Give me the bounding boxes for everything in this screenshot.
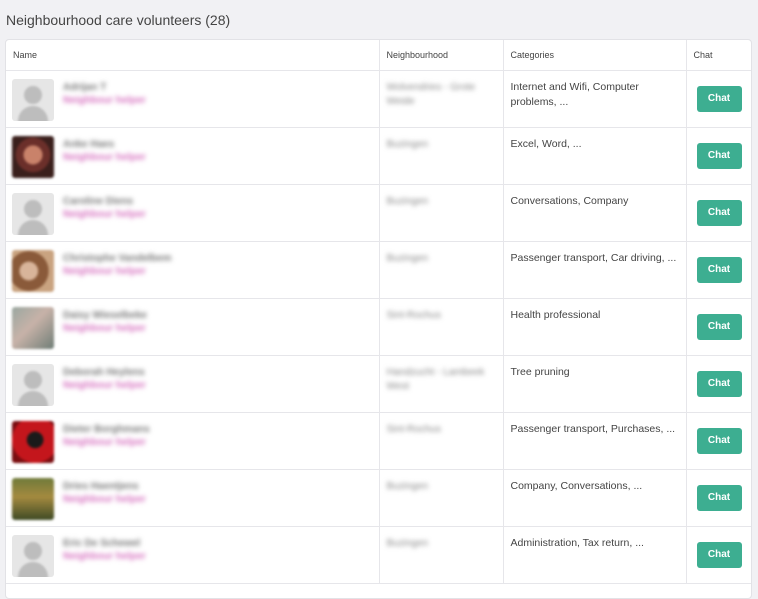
name-cell: Anke Haes Neighbour helper xyxy=(6,127,380,185)
volunteer-person[interactable]: Anke Haes Neighbour helper xyxy=(12,135,379,178)
volunteer-person[interactable]: Daisy Wieselbeke Neighbour helper xyxy=(12,306,379,349)
volunteer-role: Neighbour helper xyxy=(63,265,146,277)
chat-button[interactable]: Chat xyxy=(696,541,742,568)
user-silhouette-icon xyxy=(12,78,54,121)
chat-cell: Chat xyxy=(686,355,751,413)
name-cell: Caroline Diens Neighbour helper xyxy=(6,184,380,242)
chat-cell: Chat xyxy=(686,412,751,470)
chat-button[interactable]: Chat xyxy=(696,370,742,397)
volunteer-role: Neighbour helper xyxy=(63,550,146,562)
volunteer-name: Dieter Borghmans xyxy=(63,423,150,435)
table-row[interactable]: Dieter Borghmans Neighbour helper Sint-R… xyxy=(6,412,751,470)
volunteer-person[interactable]: Adrijan T Neighbour helper xyxy=(12,78,379,121)
name-cell: Dieter Borghmans Neighbour helper xyxy=(6,412,380,470)
volunteer-role: Neighbour helper xyxy=(63,493,146,505)
table-header-row: Name Neighbourhood Categories Chat xyxy=(6,40,751,71)
volunteer-name: Anke Haes xyxy=(63,138,115,150)
table-row[interactable]: Daisy Wieselbeke Neighbour helper Sint-R… xyxy=(6,298,751,356)
volunteer-role: Neighbour helper xyxy=(63,94,146,106)
chat-cell: Chat xyxy=(686,526,751,584)
volunteer-role: Neighbour helper xyxy=(63,436,146,448)
avatar xyxy=(12,135,54,178)
categories-cell: Passenger transport, Purchases, ... xyxy=(503,412,687,470)
categories-cell: Tree pruning xyxy=(503,355,687,413)
name-cell: Deborah Heylens Neighbour helper xyxy=(6,355,380,413)
neighbourhood-cell: Buzingen xyxy=(379,241,504,299)
page-title: Neighbourhood care volunteers (28) xyxy=(6,12,231,28)
volunteer-person[interactable]: Dries Haentjens Neighbour helper xyxy=(12,477,379,520)
chat-button[interactable]: Chat xyxy=(696,427,742,454)
volunteer-role: Neighbour helper xyxy=(63,208,146,220)
table-row[interactable]: Deborah Heylens Neighbour helper Handzuc… xyxy=(6,355,751,413)
chat-cell: Chat xyxy=(686,70,751,128)
volunteers-table-card: Name Neighbourhood Categories Chat Adrij… xyxy=(5,39,752,599)
volunteer-name: Caroline Diens xyxy=(63,195,134,207)
volunteer-name: Christophe Vandelbem xyxy=(63,252,172,264)
user-silhouette-icon xyxy=(12,363,54,406)
avatar xyxy=(12,477,54,520)
avatar xyxy=(12,249,54,292)
chat-button[interactable]: Chat xyxy=(696,256,742,283)
neighbourhood-cell: Sint-Rochus xyxy=(379,298,504,356)
volunteer-person[interactable]: Deborah Heylens Neighbour helper xyxy=(12,363,379,406)
user-silhouette-icon xyxy=(12,534,54,577)
column-header-categories[interactable]: Categories xyxy=(503,40,687,71)
chat-button[interactable]: Chat xyxy=(696,142,742,169)
name-cell: Eric De Schewel Neighbour helper xyxy=(6,526,380,584)
chat-cell: Chat xyxy=(686,241,751,299)
chat-cell: Chat xyxy=(686,127,751,185)
name-cell: Adrijan T Neighbour helper xyxy=(6,70,380,128)
table-row[interactable]: Dries Haentjens Neighbour helper Buzinge… xyxy=(6,469,751,527)
name-cell: Christophe Vandelbem Neighbour helper xyxy=(6,241,380,299)
neighbourhood-cell: Wolvendries - Grote Weide xyxy=(379,70,504,128)
categories-cell: Health professional xyxy=(503,298,687,356)
column-header-neighbourhood[interactable]: Neighbourhood xyxy=(379,40,504,71)
table-row[interactable]: Eric De Schewel Neighbour helper Buzinge… xyxy=(6,526,751,584)
categories-cell: Internet and Wifi, Computer problems, ..… xyxy=(503,70,687,128)
volunteer-role: Neighbour helper xyxy=(63,322,146,334)
volunteer-person[interactable]: Christophe Vandelbem Neighbour helper xyxy=(12,249,379,292)
table-row[interactable]: Christophe Vandelbem Neighbour helper Bu… xyxy=(6,241,751,299)
volunteer-person[interactable]: Dieter Borghmans Neighbour helper xyxy=(12,420,379,463)
volunteer-role: Neighbour helper xyxy=(63,151,146,163)
name-cell: Dries Haentjens Neighbour helper xyxy=(6,469,380,527)
categories-cell: Administration, Tax return, ... xyxy=(503,526,687,584)
neighbourhood-cell: Buzingen xyxy=(379,469,504,527)
volunteer-name: Adrijan T xyxy=(63,81,107,93)
chat-cell: Chat xyxy=(686,184,751,242)
volunteer-name: Daisy Wieselbeke xyxy=(63,309,147,321)
chat-button[interactable]: Chat xyxy=(696,484,742,511)
categories-cell: Company, Conversations, ... xyxy=(503,469,687,527)
volunteer-name: Eric De Schewel xyxy=(63,537,141,549)
volunteers-table: Name Neighbourhood Categories Chat Adrij… xyxy=(6,40,751,584)
name-cell: Daisy Wieselbeke Neighbour helper xyxy=(6,298,380,356)
avatar xyxy=(12,420,54,463)
volunteer-person[interactable]: Caroline Diens Neighbour helper xyxy=(12,192,379,235)
avatar xyxy=(12,306,54,349)
chat-cell: Chat xyxy=(686,298,751,356)
column-header-chat: Chat xyxy=(686,40,751,71)
neighbourhood-cell: Sint-Rochus xyxy=(379,412,504,470)
volunteer-name: Dries Haentjens xyxy=(63,480,139,492)
column-header-name[interactable]: Name xyxy=(6,40,380,71)
user-silhouette-icon xyxy=(12,192,54,235)
chat-button[interactable]: Chat xyxy=(696,199,742,226)
volunteer-name: Deborah Heylens xyxy=(63,366,145,378)
neighbourhood-cell: Handzucht - Lambeek West xyxy=(379,355,504,413)
chat-cell: Chat xyxy=(686,469,751,527)
chat-button[interactable]: Chat xyxy=(696,313,742,340)
table-row[interactable]: Anke Haes Neighbour helper Buzingen Exce… xyxy=(6,127,751,185)
categories-cell: Excel, Word, ... xyxy=(503,127,687,185)
table-row[interactable]: Adrijan T Neighbour helper Wolvendries -… xyxy=(6,70,751,128)
categories-cell: Passenger transport, Car driving, ... xyxy=(503,241,687,299)
neighbourhood-cell: Buzingen xyxy=(379,184,504,242)
chat-button[interactable]: Chat xyxy=(696,85,742,112)
volunteer-person[interactable]: Eric De Schewel Neighbour helper xyxy=(12,534,379,577)
categories-cell: Conversations, Company xyxy=(503,184,687,242)
volunteer-role: Neighbour helper xyxy=(63,379,146,391)
neighbourhood-cell: Buzingen xyxy=(379,526,504,584)
neighbourhood-cell: Buzingen xyxy=(379,127,504,185)
table-row[interactable]: Caroline Diens Neighbour helper Buzingen… xyxy=(6,184,751,242)
